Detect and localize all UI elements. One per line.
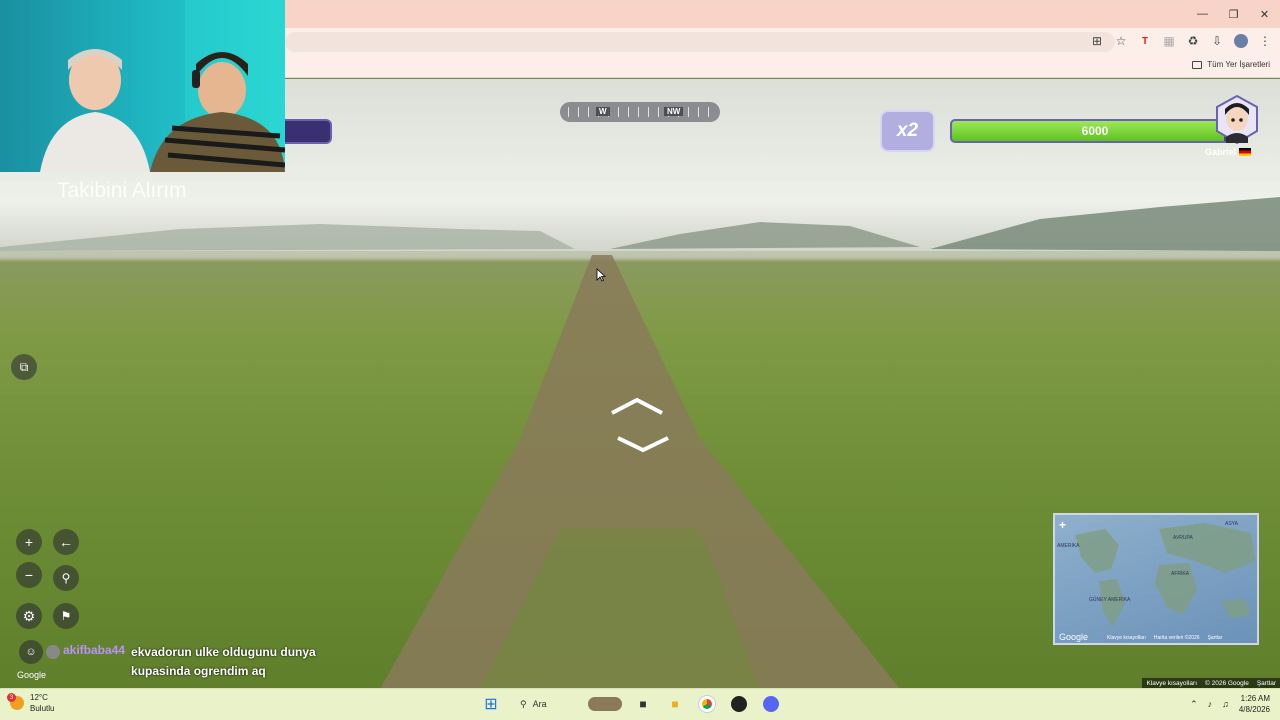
minimap-label-africa: AFRİKA bbox=[1171, 571, 1190, 577]
download-icon[interactable]: ⇩ bbox=[1208, 31, 1226, 51]
plus-icon: + bbox=[24, 534, 34, 550]
copyright-text: © 2026 Google bbox=[1205, 680, 1249, 687]
report-flag-button[interactable]: ⚑ bbox=[53, 603, 79, 629]
compass-west-label: W bbox=[596, 107, 610, 116]
layers-icon: ⧉ bbox=[19, 359, 29, 374]
guess-minimap[interactable]: + ASYA AVRUPA AFRİKA GÜNEY AMERİKA AMERİ… bbox=[1053, 513, 1259, 645]
google-logo: Google bbox=[17, 670, 47, 680]
search-placeholder: Ara bbox=[532, 699, 547, 709]
obs-icon[interactable] bbox=[728, 693, 750, 715]
microphone-icon[interactable]: ♪ bbox=[1208, 699, 1213, 709]
player-score-bar bbox=[285, 119, 332, 144]
chat-message-text: ekvadorun ulke oldugunu dunya kupasinda … bbox=[131, 645, 316, 678]
flag-icon: ⚑ bbox=[60, 609, 72, 623]
minimap-expand-icon[interactable]: + bbox=[1059, 518, 1066, 532]
minimap-data-credit: Harita verileri ©2026 bbox=[1153, 635, 1200, 641]
streamers-video bbox=[40, 0, 285, 172]
all-bookmarks-label: Tüm Yer İşaretleri bbox=[1207, 60, 1270, 69]
restore-button[interactable]: ❐ bbox=[1218, 0, 1249, 28]
germany-flag-icon bbox=[1239, 148, 1252, 156]
extensions-puzzle-icon[interactable]: ♻ bbox=[1184, 31, 1202, 51]
task-view-icon[interactable]: ■ bbox=[632, 693, 654, 715]
minimap-shortcuts-link[interactable]: Klavye kısayolları bbox=[1107, 635, 1146, 641]
move-backward-arrow[interactable] bbox=[616, 435, 670, 453]
gear-icon: ⚙ bbox=[22, 607, 36, 624]
minimize-button[interactable]: — bbox=[1187, 0, 1218, 28]
zoom-out-button[interactable]: − bbox=[16, 562, 42, 588]
clock[interactable]: 1:26 AM 4/8/2026 bbox=[1239, 693, 1270, 715]
chat-user-avatar bbox=[46, 645, 60, 659]
extension-red-icon[interactable]: T bbox=[1136, 31, 1154, 51]
menu-dots-icon[interactable]: ⋮ bbox=[1256, 31, 1274, 51]
system-tray: ⌃ ♪ ♫ 1:26 AM 4/8/2026 bbox=[1190, 693, 1270, 715]
minimap-label-south-america: GÜNEY AMERİKA bbox=[1089, 597, 1131, 603]
terms-link[interactable]: Şartlar bbox=[1257, 680, 1276, 687]
taskbar-search[interactable]: ⚲ Ara bbox=[512, 693, 622, 715]
weather-icon: 3 bbox=[7, 693, 24, 710]
world-map-land bbox=[1075, 523, 1255, 627]
close-button[interactable]: ✕ bbox=[1249, 0, 1280, 28]
players-button[interactable]: ☺ bbox=[19, 640, 43, 664]
minimap-footer: Klavye kısayolları Harita verileri ©2026… bbox=[1055, 633, 1257, 643]
chat-message: akifbaba44 ekvadorun ulke oldugunu dunya… bbox=[46, 643, 376, 681]
chat-username: akifbaba44 bbox=[63, 643, 126, 657]
keyboard-shortcuts-link[interactable]: Klavye kısayolları bbox=[1146, 680, 1197, 687]
tray-chevron-icon[interactable]: ⌃ bbox=[1190, 699, 1198, 710]
search-highlight-icon bbox=[588, 697, 622, 711]
windows-start-icon[interactable]: ⊞ bbox=[480, 693, 502, 715]
file-explorer-icon[interactable]: ■ bbox=[664, 693, 686, 715]
mouse-cursor-icon bbox=[596, 268, 606, 282]
panorama-toggle-button[interactable]: ⧉ bbox=[11, 354, 37, 380]
player-name-tag: Gabriel bbox=[1205, 147, 1252, 157]
users-icon: ☺ bbox=[25, 646, 37, 658]
search-icon: ⚲ bbox=[520, 698, 527, 709]
install-app-icon[interactable]: ⊞ bbox=[1088, 31, 1106, 51]
health-value: 6000 bbox=[1081, 124, 1109, 138]
return-arrow-icon: ← bbox=[59, 534, 73, 550]
window-controls: — ❐ ✕ bbox=[1187, 0, 1280, 28]
webcam-overlay bbox=[0, 0, 285, 172]
player-name: Gabriel bbox=[1205, 147, 1237, 157]
move-forward-arrow[interactable] bbox=[610, 397, 664, 415]
speaker-icon[interactable]: ♫ bbox=[1222, 699, 1229, 709]
clock-time: 1:26 AM bbox=[1240, 694, 1270, 703]
minimap-label-america: AMERİKA bbox=[1057, 543, 1080, 549]
minimap-terms-link[interactable]: Şartlar bbox=[1208, 635, 1223, 641]
extension-grey-icon[interactable]: ▦ bbox=[1160, 31, 1178, 51]
chrome-icon[interactable] bbox=[696, 693, 718, 715]
minimap-label-asia: ASYA bbox=[1225, 521, 1238, 527]
folder-icon bbox=[1192, 60, 1203, 69]
zoom-in-button[interactable]: + bbox=[16, 529, 42, 555]
player-avatar bbox=[1216, 95, 1258, 145]
compass: W NW bbox=[560, 102, 720, 122]
weather-widget[interactable]: 3 12°C Bulutlu bbox=[7, 692, 55, 714]
stream-subtitle: Takibini Alırım bbox=[57, 179, 187, 202]
clock-date: 4/8/2026 bbox=[1238, 705, 1270, 714]
damage-multiplier-badge: x2 bbox=[880, 110, 935, 152]
undo-move-button[interactable]: ← bbox=[53, 529, 79, 555]
address-bar[interactable] bbox=[285, 32, 1115, 52]
minus-icon: − bbox=[24, 567, 34, 583]
compass-northwest-label: NW bbox=[664, 107, 684, 116]
notification-badge: 3 bbox=[7, 693, 16, 702]
settings-button[interactable]: ⚙ bbox=[16, 603, 42, 629]
windows-taskbar: 3 12°C Bulutlu ⊞ ⚲ Ara ■ ■ ⌃ ♪ ♫ 1:26 AM… bbox=[0, 688, 1280, 720]
bookmark-star-icon[interactable]: ☆ bbox=[1112, 31, 1130, 51]
return-to-start-button[interactable]: ⚲ bbox=[53, 565, 79, 591]
map-pin-icon: ⚲ bbox=[61, 571, 71, 585]
weather-temperature: 12°C bbox=[30, 693, 48, 702]
profile-avatar-icon[interactable] bbox=[1232, 31, 1250, 51]
minimap-label-europe: AVRUPA bbox=[1173, 535, 1193, 541]
health-bar: 6000 bbox=[950, 119, 1240, 143]
discord-icon[interactable] bbox=[760, 693, 782, 715]
all-bookmarks-button[interactable]: Tüm Yer İşaretleri bbox=[1192, 60, 1270, 69]
weather-condition: Bulutlu bbox=[30, 704, 55, 713]
